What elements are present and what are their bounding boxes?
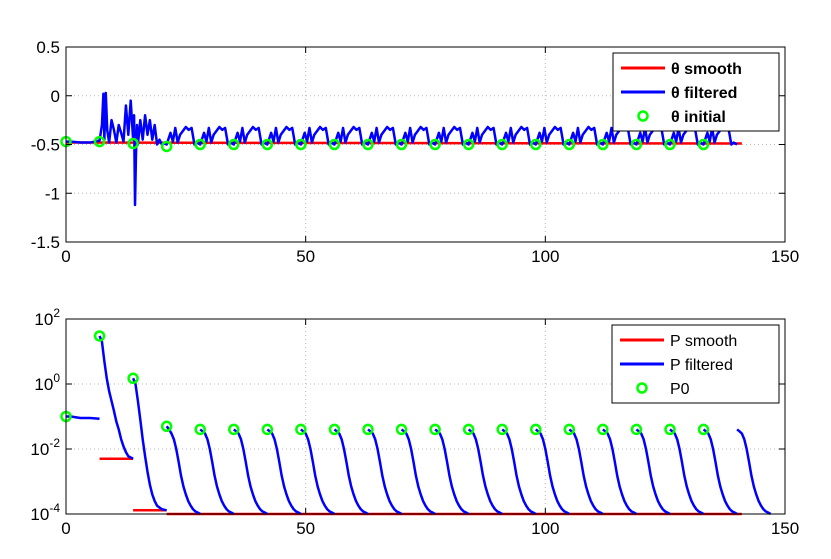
x-tick-label: 50 bbox=[296, 247, 315, 266]
legend-label-initial: P0 bbox=[670, 381, 690, 398]
legend: P smooth P filtered P0 bbox=[611, 324, 780, 404]
x-tick-label: 100 bbox=[531, 247, 559, 266]
y-tick-label: 0 bbox=[51, 87, 60, 106]
y-tick-label: 102 bbox=[34, 306, 60, 329]
legend-label-smooth: P smooth bbox=[670, 333, 737, 350]
legend-label-filtered: P filtered bbox=[670, 357, 733, 374]
axes-2: P smooth P filtered P0 0 50 100 150 10-4 10-2 100… bbox=[30, 306, 799, 538]
y-tick-label: 100 bbox=[34, 371, 60, 394]
y-tick-label: -1 bbox=[45, 184, 60, 203]
y-tick-label: 10-4 bbox=[30, 501, 60, 524]
x-tick-label: 0 bbox=[61, 519, 70, 538]
x-tick-label: 150 bbox=[771, 247, 799, 266]
y-tick-label: 0.5 bbox=[36, 38, 60, 57]
x-tick-label: 0 bbox=[61, 247, 70, 266]
legend-label-filtered: θ filtered bbox=[671, 85, 737, 102]
y-tick-label: -1.5 bbox=[31, 233, 60, 252]
y-tick-label: -0.5 bbox=[31, 136, 60, 155]
legend-label-smooth: θ smooth bbox=[671, 61, 742, 78]
figure: θ smooth θ filtered θ initial 0 50 100 150 -1.5… bbox=[0, 0, 831, 554]
y-tick-label: 10-2 bbox=[30, 436, 60, 459]
x-tick-label: 150 bbox=[771, 519, 799, 538]
x-tick-label: 50 bbox=[296, 519, 315, 538]
axes-1: θ smooth θ filtered θ initial 0 50 100 150 -1.5… bbox=[31, 38, 799, 266]
x-tick-label: 100 bbox=[531, 519, 559, 538]
legend-label-initial: θ initial bbox=[671, 109, 726, 126]
legend: θ smooth θ filtered θ initial bbox=[612, 52, 780, 132]
figure-svg: θ smooth θ filtered θ initial 0 50 100 150 -1.5… bbox=[30, 38, 799, 538]
